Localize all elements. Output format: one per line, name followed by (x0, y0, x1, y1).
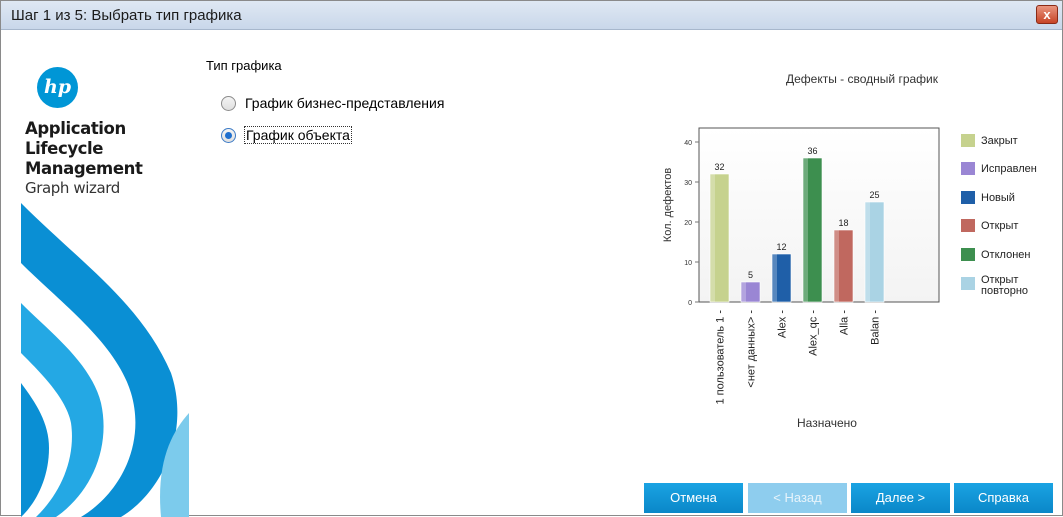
bar-value-label: 5 (748, 270, 753, 280)
radio-button[interactable] (221, 95, 236, 111)
bar-highlight (834, 230, 839, 302)
x-tick-label: Alex - (777, 310, 789, 338)
product-name-line3: Management (25, 159, 143, 178)
close-button[interactable]: x (1036, 5, 1058, 24)
bar-highlight (772, 254, 777, 302)
x-tick-label: Balan - (870, 310, 882, 345)
legend-swatch (961, 191, 975, 204)
legend-swatch (961, 162, 975, 175)
radio-business-view-graph[interactable]: График бизнес-представления (221, 94, 444, 112)
y-axis-label: Кол. дефектов (662, 168, 674, 242)
radio-label: График бизнес-представления (245, 95, 445, 111)
legend-swatch (961, 277, 975, 290)
product-name-line2: Lifecycle (25, 139, 104, 158)
legend-label: Открыт (981, 220, 1018, 232)
next-button[interactable]: Далее > (851, 483, 950, 513)
bar-highlight (865, 202, 870, 302)
y-tick-label: 0 (688, 300, 692, 307)
product-name: Application Lifecycle Management Graph w… (25, 119, 187, 198)
close-icon: x (1043, 7, 1051, 22)
legend-label: Закрыт (981, 135, 1018, 147)
branding-panel: hp Application Lifecycle Management Grap… (21, 53, 189, 517)
window-title: Шаг 1 из 5: Выбрать тип графика (11, 7, 242, 24)
legend-swatch (961, 134, 975, 147)
bar-highlight (741, 282, 746, 302)
legend-label-cont: повторно (981, 285, 1028, 297)
x-tick-label: Alla - (839, 310, 851, 335)
legend-swatch (961, 219, 975, 232)
graph-type-label: Тип графика (206, 58, 282, 73)
bar-value-label: 12 (776, 242, 786, 252)
back-button[interactable]: < Назад (748, 483, 847, 513)
hp-logo: hp (37, 67, 78, 108)
y-tick-label: 30 (684, 180, 692, 187)
product-subtitle: Graph wizard (25, 179, 120, 197)
title-bar: Шаг 1 из 5: Выбрать тип графика x (1, 1, 1062, 30)
x-tick-label: Alex_qc - (808, 310, 820, 356)
graph-wizard-window: Шаг 1 из 5: Выбрать тип графика x hp App… (0, 0, 1063, 517)
product-name-line1: Application (25, 119, 126, 138)
chart-preview: 0 10 20 30 40 Кол. дефектов 32 1 пользователь 1… (662, 127, 1037, 430)
x-tick-label: 1 пользователь 1 - (715, 310, 727, 405)
x-tick-label: <нет данных> - (746, 310, 758, 388)
y-tick-label: 10 (684, 260, 692, 267)
radio-label: График объекта (244, 126, 352, 144)
legend-swatch (961, 248, 975, 261)
bar-value-label: 32 (714, 162, 724, 172)
bar-value-label: 18 (838, 218, 848, 228)
hp-logo-text: hp (43, 76, 72, 98)
bar-value-label: 36 (807, 146, 817, 156)
radio-button-selected[interactable] (221, 127, 236, 143)
x-axis-label: Назначено (797, 416, 857, 430)
bar-value-label: 25 (869, 190, 879, 200)
legend-label: Исправлен (981, 163, 1037, 175)
cancel-button[interactable]: Отмена (644, 483, 743, 513)
y-tick-label: 40 (684, 140, 692, 147)
bar-highlight (710, 174, 715, 302)
bar-highlight (803, 158, 808, 302)
y-tick-label: 20 (684, 220, 692, 227)
help-button[interactable]: Справка (954, 483, 1053, 513)
legend-label: Отклонен (981, 249, 1030, 261)
legend-label: Новый (981, 192, 1015, 204)
radio-entity-graph[interactable]: График объекта (221, 126, 352, 144)
